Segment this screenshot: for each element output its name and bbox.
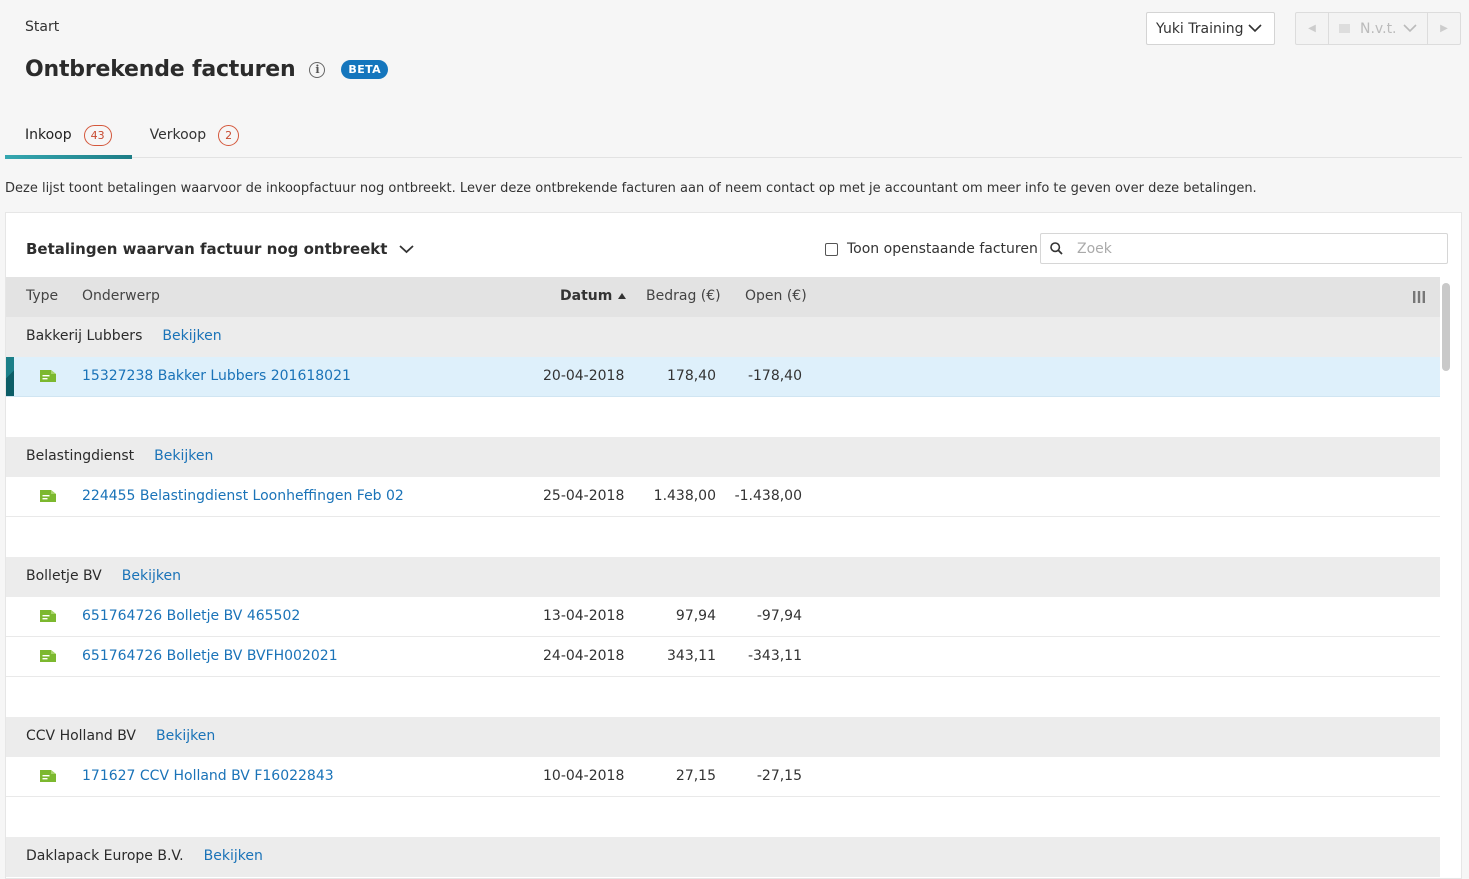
column-header-datum-label: Datum [560, 288, 613, 304]
count-badge: 2 [218, 124, 240, 146]
column-header-open[interactable]: Open (€) [745, 288, 807, 304]
table-row[interactable]: 651764726 Bolletje BV BVFH002021 24-04-2… [6, 637, 1440, 677]
row-date: 10-04-2018 [543, 768, 625, 784]
row-date: 24-04-2018 [543, 648, 625, 664]
group-spacer [6, 677, 1440, 717]
page-description: Deze lijst toont betalingen waarvoor de … [5, 181, 1257, 196]
row-amount: 1.438,00 [653, 488, 716, 504]
administration-select-value: Yuki Training [1156, 20, 1244, 37]
search-input[interactable] [1077, 240, 1417, 257]
tab-label: Verkoop [149, 127, 207, 143]
row-open-amount: -178,40 [747, 368, 802, 384]
period-select-value: N.v.t. [1360, 20, 1397, 37]
search-box [1040, 233, 1448, 264]
vertical-scrollbar[interactable] [1441, 277, 1453, 878]
view-link[interactable]: Bekijken [162, 328, 221, 344]
group-name: Bakkerij Lubbers [26, 328, 143, 344]
table-row[interactable]: 651764726 Bolletje BV 465502 13-04-2018 … [6, 597, 1440, 637]
panel-header: Betalingen waarvan factuur nog ontbreekt… [6, 213, 1461, 278]
caret-left-icon: ◀ [1308, 23, 1316, 34]
row-date: 20-04-2018 [543, 368, 625, 384]
view-link[interactable]: Bekijken [204, 848, 263, 864]
group-name: CCV Holland BV [26, 728, 136, 744]
row-subject-link[interactable]: 651764726 Bolletje BV 465502 [82, 608, 300, 624]
row-open-amount: -1.438,00 [734, 488, 802, 504]
row-subject-link[interactable]: 224455 Belastingdienst Loonheffingen Feb… [82, 488, 404, 504]
group-name: Bolletje BV [26, 568, 102, 584]
view-link[interactable]: Bekijken [154, 448, 213, 464]
payments-table: Type Onderwerp Datum Bedrag (€) Open (€)… [6, 277, 1440, 877]
bank-document-icon [40, 650, 56, 662]
group-header: Daklapack Europe B.V. Bekijken [6, 837, 1440, 877]
row-subject-link[interactable]: 651764726 Bolletje BV BVFH002021 [82, 648, 338, 664]
column-header-bedrag[interactable]: Bedrag (€) [646, 288, 721, 304]
bank-document-icon [40, 370, 56, 382]
show-open-invoices-label: Toon openstaande facturen [847, 241, 1038, 257]
bank-document-icon [40, 610, 56, 622]
show-open-invoices-checkbox[interactable] [825, 242, 838, 256]
page-title-row: Ontbrekende facturen i BETA [25, 57, 389, 82]
next-period-button[interactable]: ▶ [1427, 13, 1460, 44]
caret-right-icon: ▶ [1440, 23, 1448, 34]
previous-period-button[interactable]: ◀ [1296, 13, 1329, 44]
table-row[interactable]: 224455 Belastingdienst Loonheffingen Feb… [6, 477, 1440, 517]
column-header-datum[interactable]: Datum [560, 288, 627, 304]
page-title: Ontbrekende facturen [25, 57, 296, 82]
view-link[interactable]: Bekijken [122, 568, 181, 584]
beta-badge: BETA [341, 60, 389, 79]
chevron-down-icon [1248, 24, 1262, 33]
group-spacer [6, 397, 1440, 437]
administration-select[interactable]: Yuki Training [1146, 12, 1275, 45]
calendar-icon [1339, 24, 1350, 33]
column-header-onderwerp[interactable]: Onderwerp [82, 288, 160, 304]
view-link[interactable]: Bekijken [156, 728, 215, 744]
group-spacer [6, 517, 1440, 557]
view-selector[interactable]: Betalingen waarvan factuur nog ontbreekt [26, 240, 415, 258]
breadcrumb[interactable]: Start [25, 19, 59, 35]
row-open-amount: -27,15 [756, 768, 802, 784]
info-icon[interactable]: i [309, 61, 326, 78]
show-open-invoices-toggle[interactable]: Toon openstaande facturen [825, 241, 1038, 257]
tab-label: Inkoop [25, 127, 72, 143]
period-navigator: ◀ N.v.t. ▶ [1295, 12, 1461, 45]
row-amount: 27,15 [675, 768, 716, 784]
table-header: Type Onderwerp Datum Bedrag (€) Open (€) [6, 277, 1440, 317]
sort-ascending-icon [618, 293, 627, 299]
group-header: Belastingdienst Bekijken [6, 437, 1440, 477]
row-open-amount: -97,94 [756, 608, 802, 624]
tab-bar: Inkoop 43 Verkoop 2 [5, 112, 1462, 159]
row-subject-link[interactable]: 15327238 Bakker Lubbers 201618021 [82, 368, 351, 384]
search-icon [1050, 242, 1063, 255]
row-amount: 178,40 [667, 368, 716, 384]
bank-document-icon [40, 770, 56, 782]
column-settings-icon[interactable] [1413, 291, 1425, 307]
tab-inkoop[interactable]: Inkoop 43 [5, 112, 132, 159]
table-row[interactable]: 15327238 Bakker Lubbers 201618021 20-04-… [6, 357, 1440, 397]
payments-panel: Betalingen waarvan factuur nog ontbreekt… [5, 212, 1462, 879]
count-badge: 43 [83, 124, 112, 146]
group-header: CCV Holland BV Bekijken [6, 717, 1440, 757]
table-row[interactable]: 171627 CCV Holland BV F16022843 10-04-20… [6, 757, 1440, 797]
period-select[interactable]: N.v.t. [1329, 13, 1427, 44]
row-amount: 343,11 [667, 648, 716, 664]
view-title: Betalingen waarvan factuur nog ontbreekt [26, 240, 388, 258]
group-name: Belastingdienst [26, 448, 135, 464]
group-spacer [6, 797, 1440, 837]
chevron-down-icon [1403, 24, 1417, 33]
group-header: Bakkerij Lubbers Bekijken [6, 317, 1440, 357]
row-amount: 97,94 [675, 608, 716, 624]
chevron-down-icon [399, 245, 415, 254]
row-open-amount: -343,11 [747, 648, 802, 664]
scrollbar-thumb[interactable] [1442, 283, 1450, 371]
row-subject-link[interactable]: 171627 CCV Holland BV F16022843 [82, 768, 334, 784]
group-header: Bolletje BV Bekijken [6, 557, 1440, 597]
group-name: Daklapack Europe B.V. [26, 848, 184, 864]
row-date: 13-04-2018 [543, 608, 625, 624]
column-header-type[interactable]: Type [26, 288, 58, 304]
bank-document-icon [40, 490, 56, 502]
tab-verkoop[interactable]: Verkoop 2 [132, 112, 260, 158]
row-date: 25-04-2018 [543, 488, 625, 504]
